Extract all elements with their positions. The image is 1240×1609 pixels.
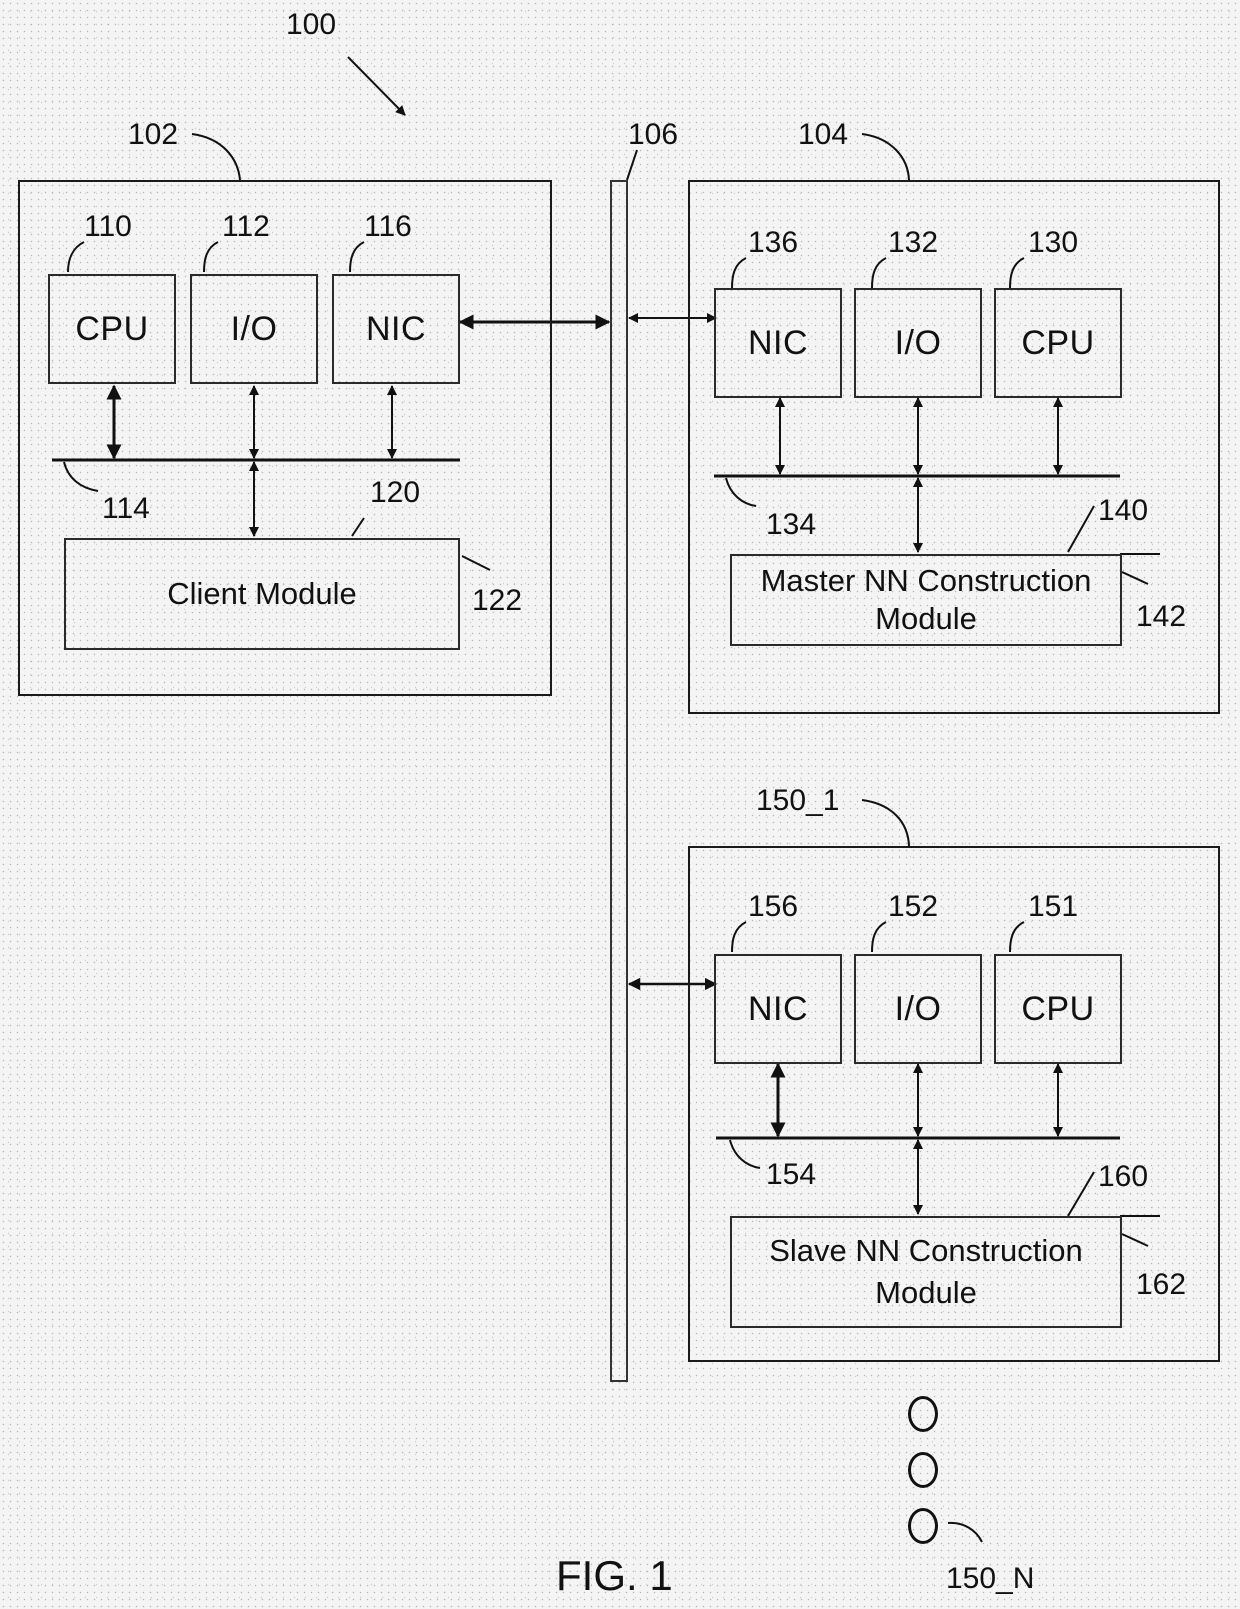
ellipsis-dot-3 (908, 1508, 938, 1544)
client-io-block: I/O (190, 274, 318, 384)
master-nic-ref-label: 136 (748, 226, 799, 259)
leader-150-n (947, 1521, 983, 1543)
slave-module-ref-label: 160 (1098, 1160, 1149, 1193)
client-cpu-label: CPU (75, 309, 149, 348)
slave-cpu-ref-label: 151 (1028, 890, 1079, 923)
master-nic-label: NIC (747, 323, 809, 362)
client-io-ref-label: 112 (222, 210, 270, 243)
slave-module-label-line2: Module (875, 1275, 977, 1310)
master-module-ref-label: 140 (1098, 494, 1149, 527)
master-device-ref-label: 104 (798, 118, 849, 151)
master-module-label-line1: Master NN Construction (760, 563, 1092, 598)
master-cpu-label: CPU (1021, 323, 1095, 362)
system-ref-label: 100 (286, 8, 337, 41)
master-module-label-line2: Module (875, 601, 977, 636)
master-io-label: I/O (894, 323, 942, 362)
master-bus-ref-label: 134 (766, 508, 817, 541)
client-module-label: Client Module (167, 576, 357, 611)
slave-module-label-line1: Slave NN Construction (769, 1233, 1083, 1268)
client-module-block: Client Module (64, 538, 460, 650)
slave-cpu-block: CPU (994, 954, 1122, 1064)
figure-caption: FIG. 1 (556, 1552, 673, 1599)
slave-nic-label: NIC (747, 989, 809, 1028)
slave-io-block: I/O (854, 954, 982, 1064)
ellipsis-dot-2 (908, 1452, 938, 1488)
slave-io-ref-label: 152 (888, 890, 939, 923)
client-device-ref-label: 102 (128, 118, 179, 151)
client-cpu-block: CPU (48, 274, 176, 384)
slave-io-label: I/O (894, 989, 942, 1028)
slave-nic-ref-label: 156 (748, 890, 799, 923)
slave-module-block: Slave NN Construction Module (730, 1216, 1122, 1328)
client-nic-label: NIC (365, 309, 427, 348)
ellipsis-dot-1 (908, 1396, 938, 1432)
network-bus (610, 180, 628, 1382)
client-nic-block: NIC (332, 274, 460, 384)
client-module-subref-label: 122 (472, 584, 523, 617)
master-nic-block: NIC (714, 288, 842, 398)
master-module-subref-label: 142 (1136, 600, 1187, 633)
additional-slaves-ref-label: 150_N (946, 1562, 1035, 1595)
leader-106 (626, 149, 638, 181)
client-cpu-ref-label: 110 (84, 210, 132, 243)
system-pointer-arrow (347, 56, 406, 116)
network-ref-label: 106 (628, 118, 679, 151)
master-cpu-block: CPU (994, 288, 1122, 398)
master-io-block: I/O (854, 288, 982, 398)
master-module-block: Master NN Construction Module (730, 554, 1122, 646)
slave-nic-block: NIC (714, 954, 842, 1064)
leader-150-1 (861, 799, 910, 847)
slave-bus-ref-label: 154 (766, 1158, 817, 1191)
slave-module-subref-label: 162 (1136, 1268, 1187, 1301)
master-io-ref-label: 132 (888, 226, 939, 259)
master-cpu-ref-label: 130 (1028, 226, 1079, 259)
leader-104 (861, 133, 910, 181)
client-module-ref-label: 120 (370, 476, 421, 509)
client-io-label: I/O (230, 309, 278, 348)
client-nic-ref-label: 116 (364, 210, 412, 243)
client-bus-ref-label: 114 (102, 492, 150, 525)
slave-cpu-label: CPU (1021, 989, 1095, 1028)
leader-102 (191, 133, 241, 181)
slave-device-ref-label: 150_1 (756, 784, 840, 817)
